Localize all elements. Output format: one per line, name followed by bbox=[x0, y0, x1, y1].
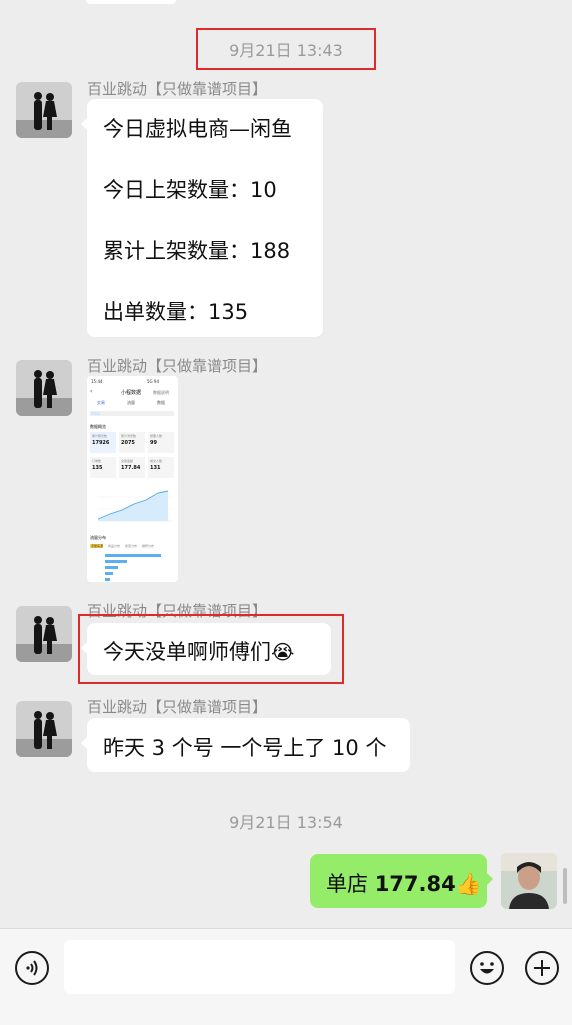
screenshot-stat-value: 17926 bbox=[92, 440, 110, 446]
screenshot-stat-card: 订单数 135 bbox=[90, 457, 116, 478]
scrollbar-thumb[interactable] bbox=[563, 868, 567, 904]
screenshot-stat-value: 177.84 bbox=[121, 465, 141, 471]
screenshot-stat-card: 想要人数 99 bbox=[148, 432, 174, 453]
sender-name: 百业跳动【只做靠谱项目】 bbox=[87, 698, 268, 716]
message-bubble[interactable]: 今天没单啊师傅们😭 bbox=[81, 623, 331, 675]
add-icon[interactable] bbox=[525, 951, 559, 985]
screenshot-filter-row bbox=[90, 411, 174, 416]
message-text: 今天没单啊师傅们 bbox=[103, 640, 271, 664]
message-text-line: 今天没单啊师傅们😭 bbox=[103, 636, 294, 666]
crying-emoji-icon: 😭 bbox=[271, 640, 295, 664]
screenshot-dist-bar bbox=[105, 572, 113, 575]
avatar[interactable] bbox=[16, 82, 72, 138]
message-bubble[interactable]: 昨天 3 个号 一个号上了 10 个 bbox=[81, 718, 410, 772]
screenshot-stat-label: 成交人数 bbox=[150, 459, 163, 463]
screenshot-section: 流量分布 bbox=[90, 535, 106, 540]
self-avatar[interactable] bbox=[501, 853, 557, 909]
screenshot-dist-bar bbox=[105, 578, 110, 581]
screenshot-stat-value: 99 bbox=[150, 440, 157, 446]
screenshot-stat-value: 131 bbox=[150, 465, 161, 471]
screenshot-tab: 流量 bbox=[127, 400, 135, 405]
self-message-text: 单店 bbox=[326, 872, 375, 896]
avatar[interactable] bbox=[16, 701, 72, 757]
timestamp: 9月21日 13:54 bbox=[229, 813, 343, 832]
screenshot-dist-tab: 搜索分布 bbox=[125, 544, 138, 548]
screenshot-stat-value: 135 bbox=[92, 465, 103, 471]
message-line: 今日虚拟电商—闲鱼 bbox=[103, 117, 292, 141]
screenshot-link: 数据说明 bbox=[153, 390, 169, 395]
screenshot-chart bbox=[97, 490, 172, 522]
thumbs-up-icon: 👍 bbox=[455, 872, 482, 896]
screenshot-stat-label: 想要人数 bbox=[150, 434, 163, 438]
screenshot-stat-label: 订单数 bbox=[92, 459, 102, 463]
screenshot-dist-tab: 商品分布 bbox=[108, 544, 121, 548]
avatar[interactable] bbox=[16, 360, 72, 416]
emoji-icon[interactable] bbox=[470, 951, 504, 985]
sender-name: 百业跳动【只做靠谱项目】 bbox=[87, 357, 268, 375]
screenshot-tab: 交易 bbox=[97, 400, 105, 405]
screenshot-title: 小程数据 bbox=[121, 390, 142, 396]
screenshot-stat-label: 交易金额 bbox=[121, 459, 134, 463]
message-text: 昨天 3 个号 一个号上了 10 个 bbox=[103, 736, 387, 760]
screenshot-stat-label: 累计曝光数 bbox=[92, 434, 108, 438]
message-line: 出单数量：135 bbox=[103, 300, 249, 324]
avatar[interactable] bbox=[16, 606, 72, 662]
message-input[interactable] bbox=[64, 940, 455, 994]
self-message-bubble[interactable]: 单店 177.84👍 bbox=[310, 854, 493, 908]
screenshot-dist-tab: 推荐分布 bbox=[142, 544, 155, 548]
screenshot-dist-bar bbox=[105, 560, 127, 563]
screenshot-status: 5G 94 bbox=[147, 379, 160, 384]
screenshot-dist-bar bbox=[105, 566, 118, 569]
back-icon: ‹ bbox=[90, 388, 93, 395]
message-line: 累计上架数量：188 bbox=[103, 239, 291, 263]
screenshot-time: 15:44 bbox=[91, 379, 103, 384]
previous-bubble-edge bbox=[86, 0, 176, 4]
screenshot-dist-tab: 流量来源 bbox=[91, 544, 104, 548]
self-message-amount: 177.84 bbox=[374, 872, 456, 896]
timestamp: 9月21日 13:43 bbox=[229, 41, 343, 60]
screenshot-dist-bar bbox=[105, 554, 161, 557]
voice-icon[interactable] bbox=[15, 951, 49, 985]
screenshot-tab: 数据 bbox=[157, 400, 165, 405]
screenshot-stat-card: 成交人数 131 bbox=[148, 457, 174, 478]
screenshot-stat-card: 累计曝光数 17926 bbox=[90, 432, 116, 453]
sender-name: 百业跳动【只做靠谱项目】 bbox=[87, 80, 268, 98]
input-bar bbox=[0, 928, 572, 1025]
message-line: 今日上架数量：10 bbox=[103, 178, 277, 202]
self-message-line: 单店 177.84👍 bbox=[326, 868, 482, 898]
screenshot-section: 数据概览 bbox=[90, 424, 106, 429]
image-message[interactable]: 15:44 5G 94 ‹ 小程数据 数据说明 交易 流量 数据 数据概览 流量… bbox=[87, 376, 178, 582]
screenshot-stat-value: 2075 bbox=[121, 440, 135, 446]
screenshot-stat-card: 交易金额 177.84 bbox=[119, 457, 145, 478]
message-bubble[interactable]: 今日虚拟电商—闲鱼 今日上架数量：10 累计上架数量：188 出单数量：135 bbox=[81, 99, 323, 337]
screenshot-stat-label: 累计浏览数 bbox=[121, 434, 137, 438]
screenshot-stat-card: 累计浏览数 2075 bbox=[119, 432, 145, 453]
